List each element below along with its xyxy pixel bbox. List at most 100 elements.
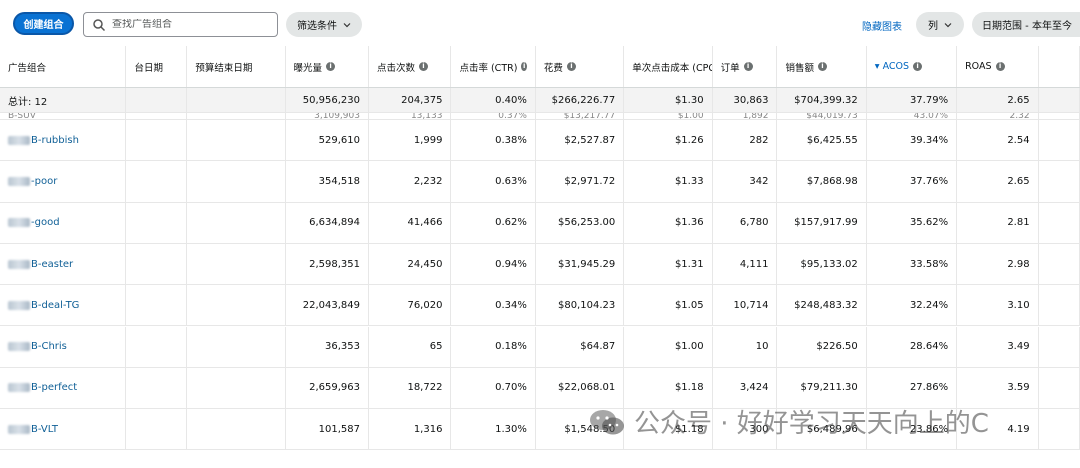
cell-roas: 2.54 <box>957 120 1039 161</box>
redacted-text <box>8 259 30 269</box>
column-header[interactable]: 销售额 i <box>777 46 867 87</box>
cell-impressions: 22,043,849 <box>286 285 369 326</box>
table-row: B-easter 2,598,351 24,450 0.94% $31,945.29 $1… <box>0 243 1080 286</box>
column-header[interactable]: 订单 i <box>713 46 778 87</box>
cell-sales: $226.50 <box>777 326 867 367</box>
total-clicks: 204,375 <box>369 88 452 112</box>
portfolio-name-link[interactable]: B-Chris <box>0 326 127 367</box>
cell-clicks: 2,232 <box>369 161 452 202</box>
info-icon[interactable]: i <box>817 62 827 71</box>
table-row: B-Chris 36,353 65 0.18% $64.87 $1.00 10 $226.50… <box>0 326 1080 368</box>
total-row: 总计: 12 50,956,230 204,375 0.40% $266,226… <box>0 88 1080 113</box>
portfolio-name-link[interactable]: -good <box>0 202 127 243</box>
info-icon[interactable]: i <box>913 62 923 71</box>
cell-ctr: 0.18% <box>451 326 536 367</box>
cell-clicks: 76,020 <box>369 285 452 326</box>
column-header[interactable]: 曝光量 i <box>286 46 369 87</box>
portfolio-name-link[interactable]: B-VLT <box>0 409 127 450</box>
portfolio-name-link[interactable]: B-rubbish <box>0 120 127 161</box>
cell-ctr: 1.30% <box>451 409 536 450</box>
date-range-button[interactable]: 日期范围 - 本年至今 <box>972 12 1080 37</box>
cell-cpc: $1.31 <box>624 243 713 285</box>
table-header: 广告组合 台日期 预算结束日期 曝光量 i 点击次数 i 点击率 (CTR) i 花费 i 单次点击成… <box>0 46 1080 88</box>
portfolio-name-link[interactable]: B-easter <box>0 243 127 285</box>
info-icon[interactable]: i <box>419 62 428 71</box>
cell-clicks: 1,999 <box>369 120 452 161</box>
cell-impressions: 101,587 <box>286 409 369 450</box>
cell-clicks: 1,316 <box>369 409 452 450</box>
portfolio-name-link[interactable]: -poor <box>0 161 127 202</box>
cell-acos: 28.64% <box>867 326 958 367</box>
cell-roas: 2.98 <box>957 243 1039 285</box>
columns-button[interactable]: 列 <box>916 12 964 37</box>
info-icon[interactable]: i <box>995 62 1005 71</box>
info-icon[interactable]: i <box>743 62 753 71</box>
search-box[interactable] <box>83 12 278 37</box>
cell-impressions: 354,518 <box>286 161 369 202</box>
cell-ctr: 0.94% <box>451 243 536 285</box>
filter-button[interactable]: 筛选条件 <box>286 12 362 37</box>
portfolio-name-link[interactable]: B-deal-TG <box>0 285 127 326</box>
column-header[interactable]: ▾ ACOS i <box>867 46 958 87</box>
cell-sales: $6,425.55 <box>777 120 867 161</box>
cell-impressions: 2,659,963 <box>286 367 369 409</box>
redacted-text <box>8 300 30 310</box>
cell-roas: 3.10 <box>957 285 1039 326</box>
cell-roas: 2.65 <box>957 161 1039 202</box>
table-row: B-deal-TG 22,043,849 76,020 0.34% $80,104.23… <box>0 285 1080 327</box>
cell-orders: 6,780 <box>713 202 778 243</box>
cell-orders: 10,714 <box>713 285 778 326</box>
cell-orders: 4,111 <box>713 243 778 285</box>
info-icon[interactable]: i <box>326 62 336 71</box>
column-header[interactable]: 广告组合 <box>0 46 127 87</box>
cell-ctr: 0.38% <box>451 120 536 161</box>
portfolio-name-link[interactable]: B-perfect <box>0 367 127 409</box>
cell-clicks: 24,450 <box>369 243 452 285</box>
cell-clicks: 41,466 <box>369 202 452 243</box>
cell-orders: 342 <box>713 161 778 202</box>
cell-cpc: $1.05 <box>624 285 713 326</box>
cell-roas: 3.49 <box>957 326 1039 367</box>
cell-acos: 35.62% <box>867 202 958 243</box>
cell-sales: $7,868.98 <box>777 161 867 202</box>
cell-impressions: 529,610 <box>286 120 369 161</box>
watermark-text: 公众号 · 好好学习天天向上的C <box>634 409 989 439</box>
column-header[interactable]: 花费 i <box>536 46 625 87</box>
portfolio-name-link[interactable]: B-SUV <box>0 113 127 119</box>
column-header[interactable]: 单次点击成本 (CPC) <box>624 46 713 87</box>
redacted-text <box>8 176 30 186</box>
total-sales: $704,399.32 <box>777 88 867 112</box>
search-input[interactable] <box>112 19 272 30</box>
column-header[interactable] <box>1039 46 1080 87</box>
table-row: -poor 354,518 2,232 0.63% $2,971.72 $1.33 342 $… <box>0 161 1080 203</box>
cell-impressions: 6,634,894 <box>286 202 369 243</box>
total-spend: $266,226.77 <box>536 88 625 112</box>
cell-acos: 32.24% <box>867 285 958 326</box>
create-portfolio-button[interactable]: 创建组合 <box>13 12 74 35</box>
column-header[interactable]: 点击次数 i <box>369 46 452 87</box>
cell-ctr: 0.34% <box>451 285 536 326</box>
cell-spend: $2,527.87 <box>536 120 625 161</box>
filter-label: 筛选条件 <box>297 21 337 32</box>
column-header[interactable]: 预算结束日期 <box>187 46 286 87</box>
cell-acos: 39.34% <box>867 120 958 161</box>
hide-chart-link[interactable]: 隐藏图表 <box>862 18 902 33</box>
cell-impressions: 36,353 <box>286 326 369 367</box>
cell-clicks: 65 <box>369 326 452 367</box>
cell-spend: $2,971.72 <box>536 161 625 202</box>
cell-spend: $31,945.29 <box>536 243 625 285</box>
redacted-text <box>8 342 30 352</box>
column-header[interactable]: ROAS i <box>957 46 1039 87</box>
info-icon[interactable]: i <box>566 62 576 71</box>
column-header[interactable]: 点击率 (CTR) i <box>451 46 536 87</box>
redacted-text <box>8 218 30 228</box>
column-header[interactable]: 台日期 <box>126 46 188 87</box>
wechat-icon <box>590 409 624 434</box>
info-icon[interactable]: i <box>521 62 527 71</box>
total-impressions: 50,956,230 <box>286 88 369 112</box>
cell-roas: 2.81 <box>957 202 1039 243</box>
cell-cpc: $1.33 <box>624 161 713 202</box>
total-orders: 30,863 <box>713 88 778 112</box>
cell-ctr: 0.62% <box>451 202 536 243</box>
cell-acos: 37.76% <box>867 161 958 202</box>
